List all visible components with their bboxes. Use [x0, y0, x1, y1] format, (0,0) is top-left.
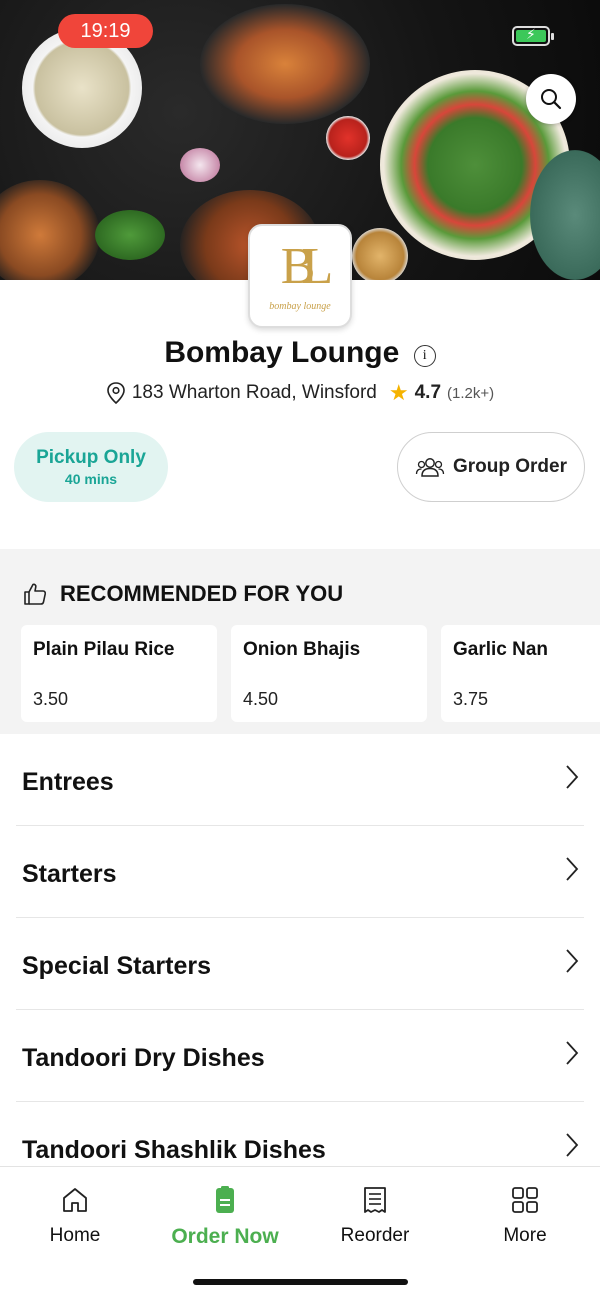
tab-label: Home [49, 1225, 101, 1246]
star-icon: ★ [388, 380, 409, 405]
tab-order-now[interactable]: Order Now [150, 1185, 300, 1249]
home-icon [63, 1188, 87, 1212]
category-label: Tandoori Shashlik Dishes [22, 1136, 326, 1164]
bottom-tab-bar: Home Order Now Reorder More [0, 1166, 600, 1298]
location-pin-icon [107, 382, 125, 405]
battery-icon [512, 26, 554, 46]
food-plate-image [200, 4, 370, 124]
group-users-icon [415, 458, 445, 477]
address-row: 183 Wharton Road, Winsford ★ 4.7 (1.2k+) [0, 380, 600, 406]
tab-label: Order Now [171, 1225, 279, 1248]
category-row-special-starters[interactable]: Special Starters [16, 918, 584, 1010]
order-icon [216, 1186, 234, 1213]
recommended-card[interactable]: Onion Bhajis 4.50 [231, 625, 427, 722]
chevron-right-icon [566, 949, 579, 973]
food-plate-image [0, 180, 100, 280]
sauce-bowl-image [326, 116, 370, 160]
logo-text: bombay lounge [269, 300, 331, 312]
search-button[interactable] [526, 74, 576, 124]
pickup-option[interactable]: Pickup Only 40 mins [14, 432, 168, 502]
tab-reorder[interactable]: Reorder [300, 1185, 450, 1247]
grid-icon [512, 1187, 538, 1213]
tab-home[interactable]: Home [0, 1185, 150, 1247]
tab-more[interactable]: More [450, 1185, 600, 1247]
nuts-bowl-image [352, 228, 408, 280]
pickup-time: 40 mins [64, 471, 118, 487]
item-price: 4.50 [243, 689, 279, 709]
restaurant-name: Bombay Lounge [164, 336, 400, 369]
category-label: Starters [22, 860, 117, 888]
tab-label: Reorder [340, 1225, 410, 1246]
herb-image [95, 210, 165, 260]
search-icon [541, 89, 562, 110]
recommended-header: RECOMMENDED FOR YOU [22, 581, 343, 607]
item-name: Onion Bhajis [243, 639, 361, 660]
category-label: Special Starters [22, 952, 211, 980]
chevron-right-icon [566, 857, 579, 881]
status-time-pill: 19:19 [58, 14, 153, 48]
logo-monogram: BL [280, 237, 334, 295]
restaurant-name-row: Bombay Lounge i [0, 336, 600, 370]
receipt-icon [364, 1187, 386, 1213]
rating-value: 4.7 [414, 382, 442, 403]
group-order-label: Group Order [452, 456, 567, 477]
pickup-label: Pickup Only [36, 447, 146, 468]
item-name: Garlic Nan [453, 639, 549, 660]
info-icon[interactable]: i [413, 345, 436, 367]
recommended-section: RECOMMENDED FOR YOU Plain Pilau Rice 3.5… [0, 549, 600, 734]
chevron-right-icon [566, 765, 579, 789]
category-row-entrees[interactable]: Entrees [16, 734, 584, 826]
recommended-title: RECOMMENDED FOR YOU [60, 581, 344, 606]
chevron-right-icon [566, 1133, 579, 1157]
category-label: Entrees [22, 768, 114, 796]
thumbs-up-icon [24, 583, 47, 605]
recommended-card[interactable]: Plain Pilau Rice 3.50 [21, 625, 217, 722]
item-price: 3.75 [453, 689, 489, 709]
group-order-button[interactable]: Group Order [397, 432, 585, 502]
item-price: 3.50 [33, 689, 69, 709]
onion-image [180, 148, 220, 182]
item-name: Plain Pilau Rice [33, 639, 175, 660]
restaurant-address: 183 Wharton Road, Winsford [131, 382, 377, 403]
home-indicator [193, 1279, 408, 1285]
restaurant-logo: BL bombay lounge [248, 224, 352, 328]
category-row-tandoori-dry[interactable]: Tandoori Dry Dishes [16, 1010, 584, 1102]
rating-count: (1.2k+) [447, 384, 495, 402]
tab-label: More [503, 1225, 547, 1246]
category-label: Tandoori Dry Dishes [22, 1044, 265, 1072]
category-row-starters[interactable]: Starters [16, 826, 584, 918]
recommended-card[interactable]: Garlic Nan 3.75 [441, 625, 600, 722]
chevron-right-icon [566, 1041, 579, 1065]
